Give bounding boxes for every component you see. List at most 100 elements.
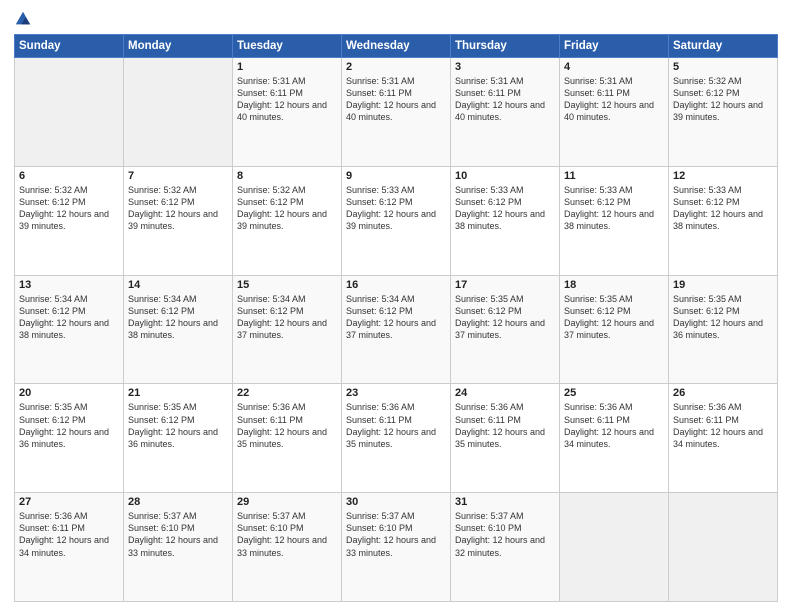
day-number: 23: [346, 387, 446, 399]
cell-info: Sunrise: 5:36 AM Sunset: 6:11 PM Dayligh…: [455, 401, 555, 450]
calendar-cell: 23 Sunrise: 5:36 AM Sunset: 6:11 PM Dayli…: [342, 384, 451, 493]
cell-info: Sunrise: 5:31 AM Sunset: 6:11 PM Dayligh…: [346, 75, 446, 124]
calendar-cell: 17 Sunrise: 5:35 AM Sunset: 6:12 PM Dayli…: [451, 275, 560, 384]
calendar-cell: 7Sunrise: 5:32 AM Sunset: 6:12 PM Daylig…: [124, 166, 233, 275]
calendar-cell: 6 Sunrise: 5:32 AM Sunset: 6:12 PM Daylig…: [15, 166, 124, 275]
cell-info: Sunrise: 5:32 AM Sunset: 6:12 PM Dayligh…: [128, 184, 228, 233]
day-number: 2: [346, 61, 446, 73]
cell-info: Sunrise: 5:32 AM Sunset: 6:12 PM Dayligh…: [19, 184, 119, 233]
day-number: 18: [564, 279, 664, 291]
cell-info: Sunrise: 5:36 AM Sunset: 6:11 PM Dayligh…: [346, 401, 446, 450]
header: [14, 10, 778, 28]
cell-info: Sunrise: 5:36 AM Sunset: 6:11 PM Dayligh…: [564, 401, 664, 450]
calendar-cell: 10 Sunrise: 5:33 AM Sunset: 6:12 PM Dayli…: [451, 166, 560, 275]
cell-info: Sunrise: 5:32 AM Sunset: 6:12 PM Dayligh…: [673, 75, 773, 124]
calendar-header: SundayMondayTuesdayWednesdayThursdayFrid…: [15, 35, 778, 58]
calendar-cell: 9Sunrise: 5:33 AM Sunset: 6:12 PM Daylig…: [342, 166, 451, 275]
day-number: 13: [19, 279, 119, 291]
logo-icon: [14, 10, 32, 28]
calendar-cell: 29Sunrise: 5:37 AM Sunset: 6:10 PM Dayli…: [233, 493, 342, 602]
calendar-cell: 19 Sunrise: 5:35 AM Sunset: 6:12 PM Dayli…: [669, 275, 778, 384]
day-number: 20: [19, 387, 119, 399]
page: SundayMondayTuesdayWednesdayThursdayFrid…: [0, 0, 792, 612]
calendar-cell: 27 Sunrise: 5:36 AM Sunset: 6:11 PM Dayli…: [15, 493, 124, 602]
day-number: 15: [237, 279, 337, 291]
calendar-cell: 12 Sunrise: 5:33 AM Sunset: 6:12 PM Dayli…: [669, 166, 778, 275]
day-number: 16: [346, 279, 446, 291]
calendar-cell: 2 Sunrise: 5:31 AM Sunset: 6:11 PM Daylig…: [342, 58, 451, 167]
calendar-cell: [560, 493, 669, 602]
cell-info: Sunrise: 5:33 AM Sunset: 6:12 PM Dayligh…: [564, 184, 664, 233]
calendar-cell: 26 Sunrise: 5:36 AM Sunset: 6:11 PM Dayli…: [669, 384, 778, 493]
calendar-cell: 24 Sunrise: 5:36 AM Sunset: 6:11 PM Dayli…: [451, 384, 560, 493]
cell-info: Sunrise: 5:33 AM Sunset: 6:12 PM Dayligh…: [455, 184, 555, 233]
weekday-header-friday: Friday: [560, 35, 669, 58]
weekday-header-thursday: Thursday: [451, 35, 560, 58]
cell-info: Sunrise: 5:37 AM Sunset: 6:10 PM Dayligh…: [128, 510, 228, 559]
cell-info: Sunrise: 5:35 AM Sunset: 6:12 PM Dayligh…: [128, 401, 228, 450]
calendar-cell: 5 Sunrise: 5:32 AM Sunset: 6:12 PM Daylig…: [669, 58, 778, 167]
cell-info: Sunrise: 5:36 AM Sunset: 6:11 PM Dayligh…: [237, 401, 337, 450]
day-number: 22: [237, 387, 337, 399]
cell-info: Sunrise: 5:34 AM Sunset: 6:12 PM Dayligh…: [128, 293, 228, 342]
calendar-cell: 8Sunrise: 5:32 AM Sunset: 6:12 PM Daylig…: [233, 166, 342, 275]
cell-info: Sunrise: 5:36 AM Sunset: 6:11 PM Dayligh…: [673, 401, 773, 450]
calendar-cell: 4 Sunrise: 5:31 AM Sunset: 6:11 PM Daylig…: [560, 58, 669, 167]
weekday-row: SundayMondayTuesdayWednesdayThursdayFrid…: [15, 35, 778, 58]
cell-info: Sunrise: 5:35 AM Sunset: 6:12 PM Dayligh…: [564, 293, 664, 342]
cell-info: Sunrise: 5:37 AM Sunset: 6:10 PM Dayligh…: [455, 510, 555, 559]
calendar-cell: 22 Sunrise: 5:36 AM Sunset: 6:11 PM Dayli…: [233, 384, 342, 493]
calendar-week-5: 27 Sunrise: 5:36 AM Sunset: 6:11 PM Dayli…: [15, 493, 778, 602]
calendar-cell: 18 Sunrise: 5:35 AM Sunset: 6:12 PM Dayli…: [560, 275, 669, 384]
calendar-cell: 15Sunrise: 5:34 AM Sunset: 6:12 PM Dayli…: [233, 275, 342, 384]
day-number: 21: [128, 387, 228, 399]
day-number: 30: [346, 496, 446, 508]
day-number: 4: [564, 61, 664, 73]
day-number: 14: [128, 279, 228, 291]
calendar-body: 1 Sunrise: 5:31 AM Sunset: 6:11 PM Daylig…: [15, 58, 778, 602]
day-number: 11: [564, 170, 664, 182]
day-number: 27: [19, 496, 119, 508]
day-number: 1: [237, 61, 337, 73]
day-number: 25: [564, 387, 664, 399]
day-number: 3: [455, 61, 555, 73]
calendar-cell: 28 Sunrise: 5:37 AM Sunset: 6:10 PM Dayli…: [124, 493, 233, 602]
calendar-cell: 11 Sunrise: 5:33 AM Sunset: 6:12 PM Dayli…: [560, 166, 669, 275]
day-number: 31: [455, 496, 555, 508]
calendar-cell: 31 Sunrise: 5:37 AM Sunset: 6:10 PM Dayli…: [451, 493, 560, 602]
day-number: 24: [455, 387, 555, 399]
day-number: 19: [673, 279, 773, 291]
calendar-cell: 14 Sunrise: 5:34 AM Sunset: 6:12 PM Dayli…: [124, 275, 233, 384]
cell-info: Sunrise: 5:35 AM Sunset: 6:12 PM Dayligh…: [19, 401, 119, 450]
calendar-table: SundayMondayTuesdayWednesdayThursdayFrid…: [14, 34, 778, 602]
cell-info: Sunrise: 5:31 AM Sunset: 6:11 PM Dayligh…: [564, 75, 664, 124]
day-number: 12: [673, 170, 773, 182]
cell-info: Sunrise: 5:33 AM Sunset: 6:12 PM Dayligh…: [346, 184, 446, 233]
calendar-cell: 16 Sunrise: 5:34 AM Sunset: 6:12 PM Dayli…: [342, 275, 451, 384]
day-number: 6: [19, 170, 119, 182]
weekday-header-saturday: Saturday: [669, 35, 778, 58]
cell-info: Sunrise: 5:32 AM Sunset: 6:12 PM Dayligh…: [237, 184, 337, 233]
day-number: 26: [673, 387, 773, 399]
cell-info: Sunrise: 5:31 AM Sunset: 6:11 PM Dayligh…: [455, 75, 555, 124]
calendar-cell: 13 Sunrise: 5:34 AM Sunset: 6:12 PM Dayli…: [15, 275, 124, 384]
day-number: 10: [455, 170, 555, 182]
weekday-header-sunday: Sunday: [15, 35, 124, 58]
logo: [14, 10, 34, 28]
cell-info: Sunrise: 5:34 AM Sunset: 6:12 PM Dayligh…: [346, 293, 446, 342]
cell-info: Sunrise: 5:35 AM Sunset: 6:12 PM Dayligh…: [673, 293, 773, 342]
cell-info: Sunrise: 5:36 AM Sunset: 6:11 PM Dayligh…: [19, 510, 119, 559]
cell-info: Sunrise: 5:34 AM Sunset: 6:12 PM Dayligh…: [19, 293, 119, 342]
weekday-header-monday: Monday: [124, 35, 233, 58]
calendar-cell: [669, 493, 778, 602]
calendar-week-1: 1 Sunrise: 5:31 AM Sunset: 6:11 PM Daylig…: [15, 58, 778, 167]
calendar-cell: 3 Sunrise: 5:31 AM Sunset: 6:11 PM Daylig…: [451, 58, 560, 167]
day-number: 28: [128, 496, 228, 508]
calendar-week-3: 13 Sunrise: 5:34 AM Sunset: 6:12 PM Dayli…: [15, 275, 778, 384]
calendar-cell: 21 Sunrise: 5:35 AM Sunset: 6:12 PM Dayli…: [124, 384, 233, 493]
cell-info: Sunrise: 5:35 AM Sunset: 6:12 PM Dayligh…: [455, 293, 555, 342]
cell-info: Sunrise: 5:33 AM Sunset: 6:12 PM Dayligh…: [673, 184, 773, 233]
day-number: 5: [673, 61, 773, 73]
calendar-cell: [124, 58, 233, 167]
day-number: 17: [455, 279, 555, 291]
